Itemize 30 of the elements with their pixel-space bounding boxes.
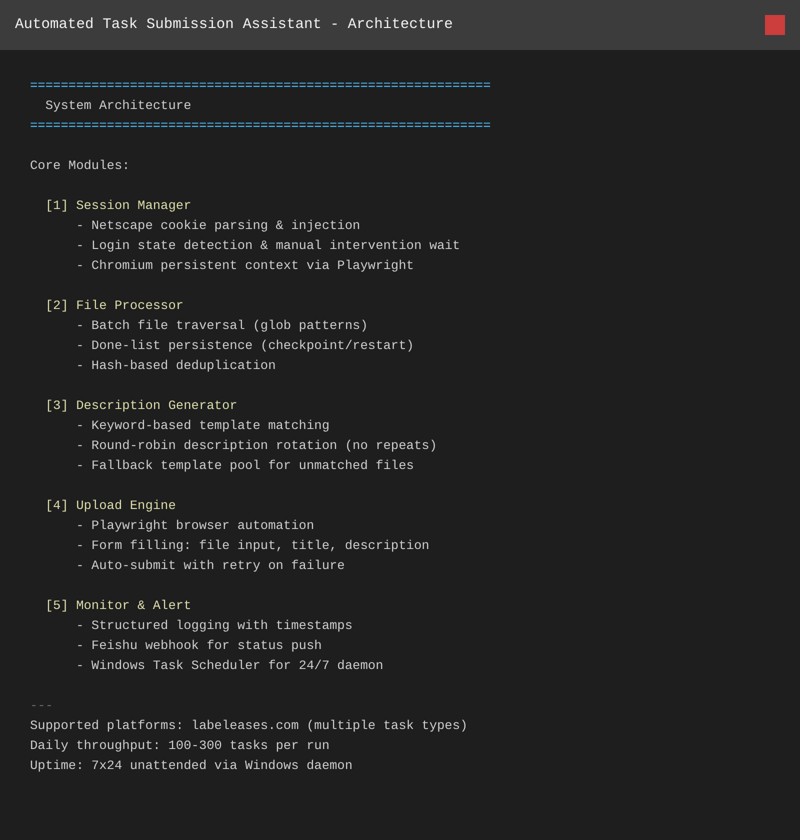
module-feature: - Fallback template pool for unmatched files [76, 457, 414, 475]
divider-rule: ============================================================ [30, 77, 491, 95]
module-feature: - Hash-based deduplication [76, 357, 276, 375]
module-feature: - Feishu webhook for status push [76, 637, 322, 655]
footer-line: Supported platforms: labeleases.com (multiple task types) [30, 717, 468, 735]
module-title: [1] Session Manager [45, 197, 192, 215]
module-feature: - Round-robin description rotation (no repeats) [76, 437, 438, 455]
footer-line: Uptime: 7x24 unattended via Windows daemon [30, 757, 353, 775]
separator-text: --- [30, 697, 54, 715]
module-feature: - Chromium persistent context via Playwright [76, 257, 414, 275]
module-feature: - Structured logging with timestamps [76, 617, 353, 635]
module-title: [5] Monitor & Alert [45, 597, 192, 615]
section-title: System Architecture [45, 97, 192, 115]
module-feature: - Keyword-based template matching [76, 417, 330, 435]
module-feature: - Batch file traversal (glob patterns) [76, 317, 368, 335]
heading: Core Modules: [30, 157, 130, 175]
divider-rule: ============================================================ [30, 117, 491, 135]
module-feature: - Netscape cookie parsing & injection [76, 217, 360, 235]
module-feature: - Windows Task Scheduler for 24/7 daemon [76, 657, 384, 675]
module-feature: - Done-list persistence (checkpoint/restart) [76, 337, 414, 355]
module-title: [2] File Processor [45, 297, 184, 315]
window-title: Automated Task Submission Assistant - Architecture [15, 17, 453, 33]
module-feature: - Login state detection & manual intervention wait [76, 237, 460, 255]
close-button[interactable] [765, 15, 785, 35]
module-feature: - Form filling: file input, title, description [76, 537, 430, 555]
module-title: [3] Description Generator [45, 397, 238, 415]
footer-line: Daily throughput: 100-300 tasks per run [30, 737, 330, 755]
module-title: [4] Upload Engine [45, 497, 176, 515]
module-feature: - Playwright browser automation [76, 517, 314, 535]
module-feature: - Auto-submit with retry on failure [76, 557, 345, 575]
